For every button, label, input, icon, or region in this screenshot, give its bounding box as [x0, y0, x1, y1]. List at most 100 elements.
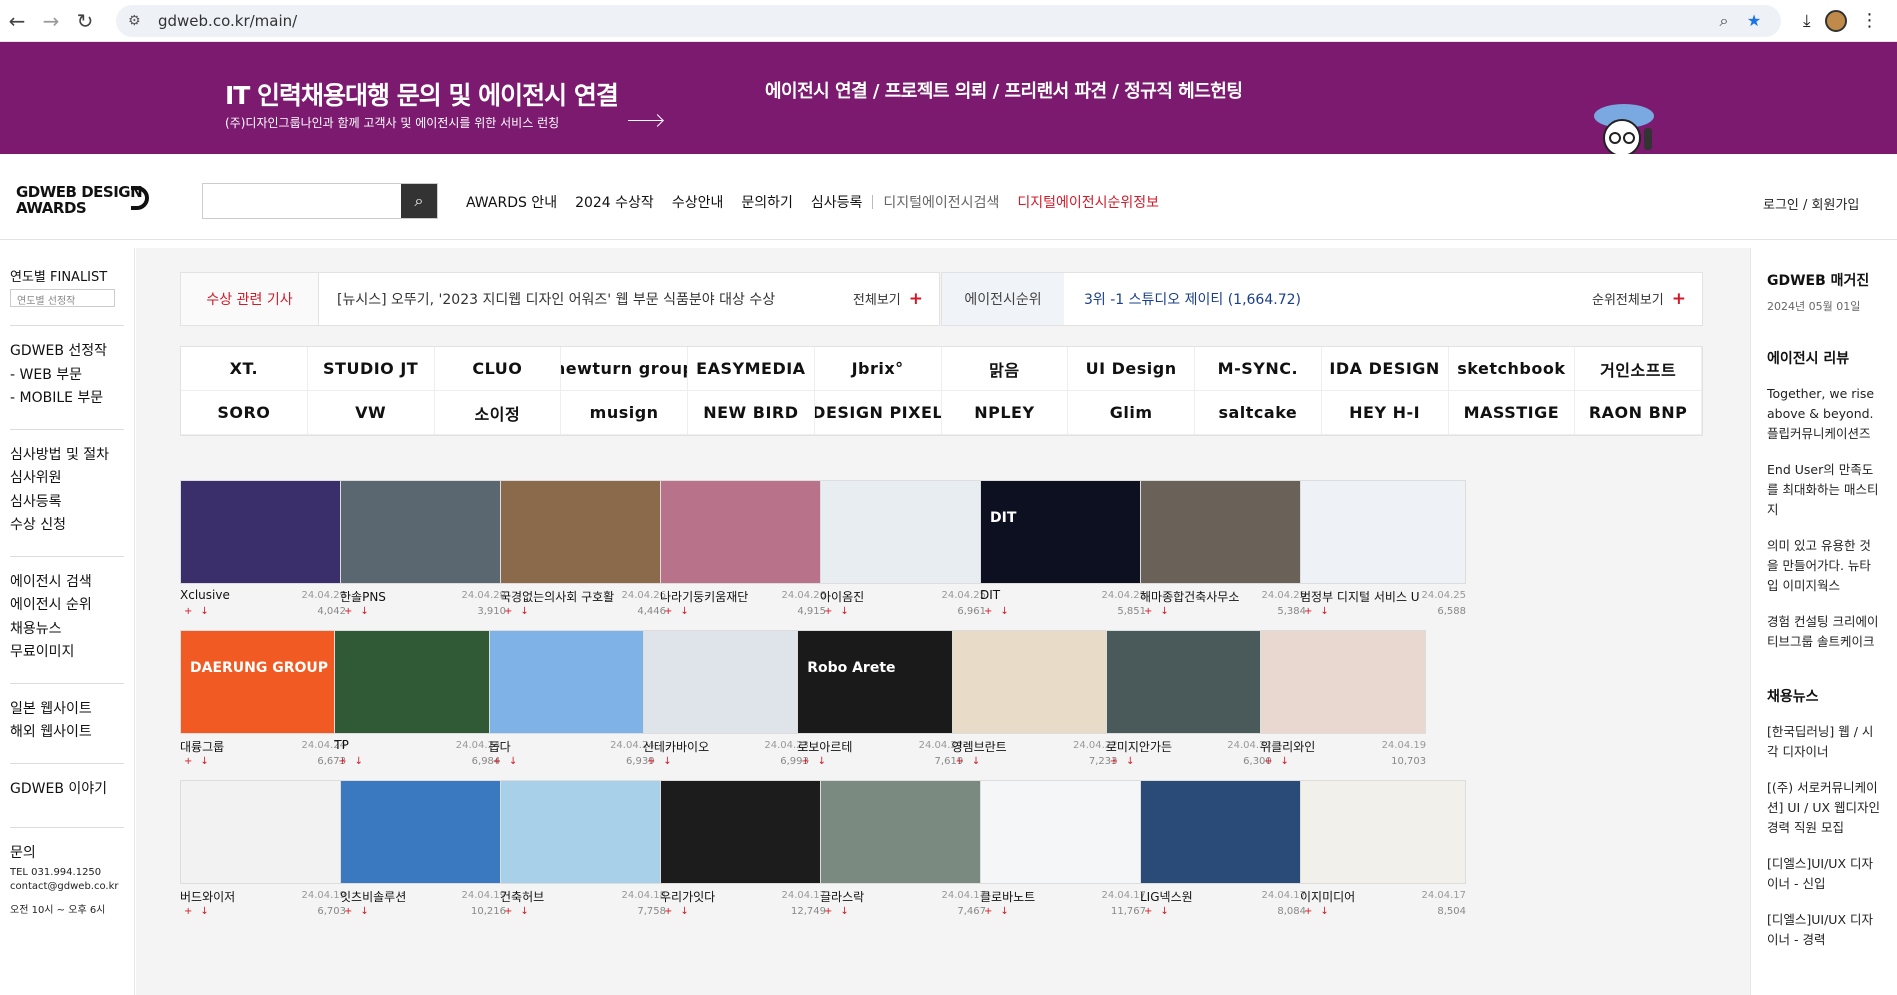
menu-2024-winners[interactable]: 2024 수상작 — [575, 192, 654, 212]
reload-icon[interactable]: ↻ — [68, 4, 102, 38]
agency-logo[interactable]: 맑음 — [941, 347, 1069, 391]
winner-card[interactable]: LIG넥스원 24.04.17 +↓ 8,084 — [1140, 780, 1306, 917]
winner-card[interactable]: 우리가잇다 24.04.17 +↓ 12,749 — [660, 780, 826, 917]
winner-card[interactable]: 국경없는의사회 구호활 24.04.26 +↓ 4,446 — [500, 480, 666, 617]
card-title[interactable]: 우리가잇다 — [660, 888, 780, 905]
sidebar-item-free-images[interactable]: 무료이미지 — [10, 641, 124, 665]
card-thumbnail[interactable] — [180, 780, 346, 884]
agency-logo[interactable]: MASSTIGE — [1448, 391, 1576, 435]
card-thumbnail[interactable] — [334, 630, 501, 734]
card-actions[interactable]: +↓ — [664, 606, 697, 617]
card-actions[interactable]: +↓ — [1144, 606, 1177, 617]
menu-contact[interactable]: 문의하기 — [741, 192, 793, 212]
winner-card[interactable]: 잇츠비솔루션 24.04.19 +↓ 10,216 — [340, 780, 506, 917]
sidebar-item-judges[interactable]: 심사위원 — [10, 467, 124, 491]
card-title[interactable]: 이지미디어 — [1300, 888, 1420, 905]
agency-logo[interactable]: newturn group — [561, 347, 688, 391]
rank-entry[interactable]: 3위 -1 스튜디오 제이티 (1,664.72) — [1064, 289, 1592, 309]
address-bar[interactable]: ⚙ gdweb.co.kr/main/ ⌕ ★ — [116, 4, 1781, 37]
job-item[interactable]: [디엘스]UI/UX 디자이너 - 신입 — [1767, 854, 1881, 894]
winner-card[interactable]: 돕다 24.04.24 +↓ 6,939 — [488, 630, 655, 767]
agency-logo[interactable]: VW — [307, 391, 435, 435]
agency-logo[interactable]: STUDIO JT — [307, 347, 435, 391]
card-actions[interactable]: +↓ — [1110, 756, 1143, 767]
card-actions[interactable]: +↓ — [1144, 906, 1177, 917]
search-input[interactable] — [203, 184, 401, 218]
sidebar-item-agency-rank[interactable]: 에이전시 순위 — [10, 594, 124, 618]
sidebar-item-agency-search[interactable]: 에이전시 검색 — [10, 571, 124, 595]
card-title[interactable]: 버드와이저 — [180, 888, 300, 905]
magazine-title[interactable]: GDWEB 매거진 — [1767, 270, 1881, 290]
winner-card[interactable]: 로미지안가든 24.04.22 +↓ 6,300 — [1105, 630, 1272, 767]
card-actions[interactable]: +↓ — [801, 756, 834, 767]
zoom-icon[interactable]: ⌕ — [1709, 11, 1739, 31]
sidebar-item-register[interactable]: 심사등록 — [10, 491, 124, 515]
sidebar-item-process[interactable]: 심사방법 및 절차 — [10, 444, 124, 468]
card-actions[interactable]: +↓ — [184, 906, 217, 917]
menu-icon[interactable]: ⋮ — [1861, 10, 1879, 31]
card-thumbnail[interactable] — [660, 480, 826, 584]
agency-logo[interactable]: 거인소프트 — [1575, 347, 1702, 391]
rank-more-button[interactable]: 순위전체보기 + — [1592, 289, 1702, 309]
card-thumbnail[interactable] — [340, 480, 506, 584]
sidebar-item-japan[interactable]: 일본 웹사이트 — [10, 698, 124, 722]
card-actions[interactable]: +↓ — [493, 756, 526, 767]
agency-logo[interactable]: XT. — [181, 347, 308, 391]
search-icon[interactable]: ⌕ — [401, 184, 437, 218]
card-thumbnail[interactable] — [1140, 480, 1306, 584]
card-thumbnail[interactable] — [1260, 630, 1427, 734]
agency-logo[interactable]: NPLEY — [941, 391, 1069, 435]
card-thumbnail[interactable] — [180, 630, 346, 734]
card-thumbnail[interactable] — [500, 780, 666, 884]
winner-card[interactable]: 글라스락 24.04.17 +↓ 7,467 — [820, 780, 986, 917]
back-icon[interactable]: ← — [0, 4, 34, 38]
card-title[interactable]: 범정부 디지털 서비스 U — [1300, 588, 1420, 605]
agency-logo[interactable]: RAON BNP — [1575, 391, 1702, 435]
review-item[interactable]: 의미 있고 유용한 것을 만들어가다. 뉴타입 이미지웍스 — [1767, 536, 1881, 596]
card-title[interactable]: 로보아르테 — [797, 738, 917, 755]
profile-avatar[interactable] — [1824, 9, 1847, 32]
menu-agency-ranking[interactable]: 디지털에이전시순위정보 — [1017, 192, 1159, 212]
sidebar-item-apply[interactable]: 수상 신청 — [10, 514, 124, 538]
download-icon[interactable]: ⤓ — [1803, 11, 1811, 31]
sidebar-item-web[interactable]: - WEB 부문 — [10, 364, 124, 388]
card-title[interactable]: TP — [334, 738, 454, 752]
card-title[interactable]: 잇츠비솔루션 — [340, 888, 460, 905]
card-actions[interactable]: +↓ — [1264, 756, 1297, 767]
review-item[interactable]: Together, we rise above & beyond. 플립커뮤니케… — [1767, 384, 1881, 444]
agency-logo[interactable]: Glim — [1068, 391, 1195, 435]
card-actions[interactable]: +↓ — [664, 906, 697, 917]
agency-logo[interactable]: DESIGN PIXEL — [814, 391, 942, 435]
card-title[interactable]: 국경없는의사회 구호활 — [500, 588, 620, 605]
agency-logo[interactable]: HEY H-I — [1321, 391, 1449, 435]
card-thumbnail[interactable] — [980, 480, 1146, 584]
agency-logo[interactable]: 소이정 — [434, 391, 562, 435]
card-title[interactable]: 로미지안가든 — [1106, 738, 1226, 755]
review-item[interactable]: 경험 컨설팅 크리에이티브그룹 솔트케이크 — [1767, 612, 1881, 652]
sidebar-item-jobs[interactable]: 채용뉴스 — [10, 618, 124, 642]
agency-logo[interactable]: M-SYNC. — [1195, 347, 1322, 391]
agency-logo[interactable]: saltcake — [1195, 391, 1322, 435]
card-actions[interactable]: +↓ — [338, 756, 371, 767]
card-thumbnail[interactable] — [500, 480, 666, 584]
card-title[interactable]: 영렘브란트 — [952, 738, 1072, 755]
card-thumbnail[interactable] — [660, 780, 826, 884]
card-actions[interactable]: +↓ — [647, 756, 680, 767]
year-select[interactable]: 연도별 선정작 — [10, 289, 115, 307]
card-actions[interactable]: +↓ — [956, 756, 989, 767]
card-actions[interactable]: +↓ — [504, 606, 537, 617]
job-item[interactable]: [디엘스]UI/UX 디자이너 - 경력 — [1767, 910, 1881, 950]
card-title[interactable]: 건축허브 — [500, 888, 620, 905]
gdweb-logo[interactable]: GDWEB DESIGN AWARDS — [16, 184, 149, 216]
news-headline[interactable]: [뉴시스] 오뚜기, '2023 지디웹 디자인 어워즈' 웹 부문 식품분야 … — [319, 289, 853, 309]
site-info-icon[interactable]: ⚙ — [128, 13, 148, 29]
winner-card[interactable]: 이지미디어 24.04.17 +↓ 8,504 — [1300, 780, 1466, 917]
card-thumbnail[interactable] — [488, 630, 655, 734]
winner-card[interactable]: Xclusive 24.04.29 +↓ 4,042 — [180, 480, 346, 617]
card-actions[interactable]: +↓ — [184, 606, 217, 617]
card-thumbnail[interactable] — [951, 630, 1118, 734]
card-thumbnail[interactable] — [642, 630, 809, 734]
forward-icon[interactable]: → — [34, 4, 68, 38]
card-thumbnail[interactable] — [980, 780, 1146, 884]
sidebar-item-overseas[interactable]: 해외 웹사이트 — [10, 721, 124, 745]
